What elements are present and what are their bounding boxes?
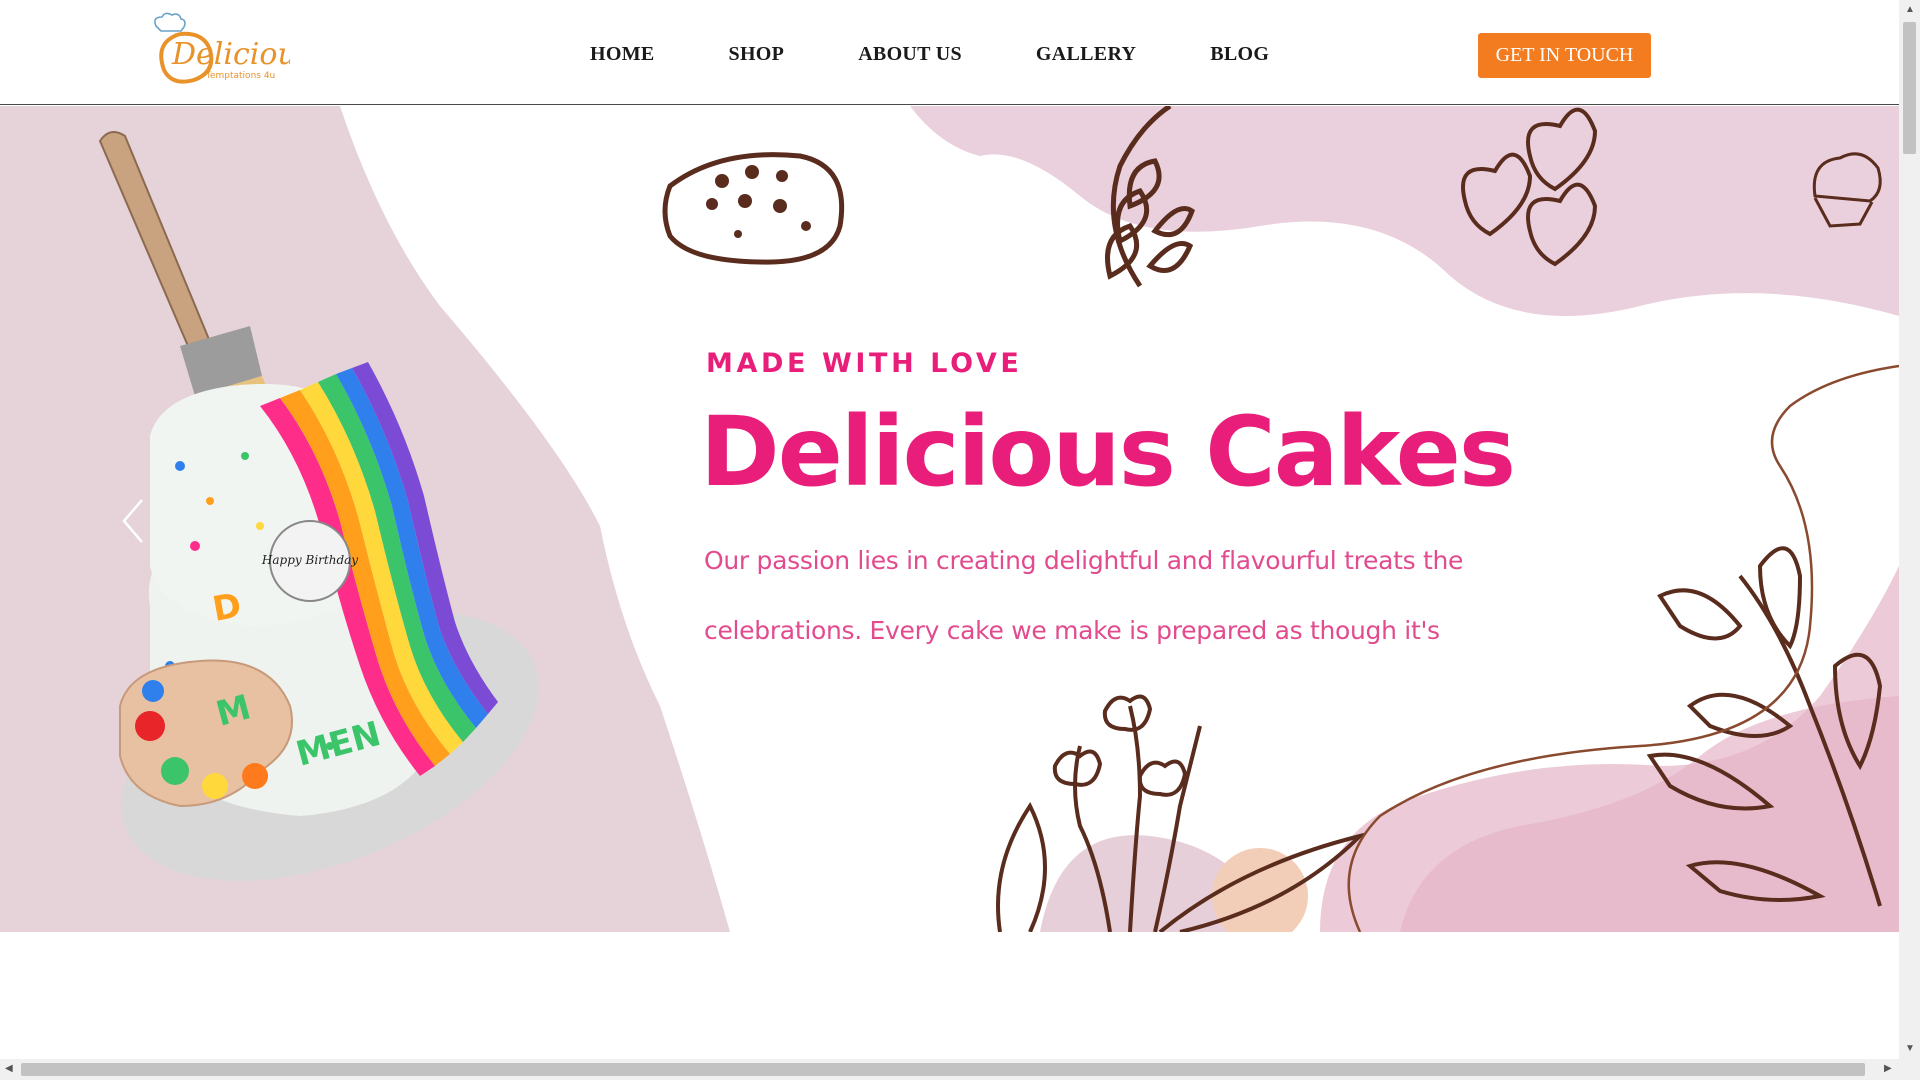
scrollbar-corner — [1899, 1059, 1920, 1080]
logo-wordmark: Delicious — [171, 37, 290, 72]
site-header: Delicious Temptations 4u HOME SHOP ABOUT… — [0, 0, 1899, 105]
logo-tagline: Temptations 4u — [205, 71, 275, 81]
cookie-chips — [706, 165, 811, 238]
scroll-down-icon[interactable]: ▼ — [1905, 1044, 1915, 1054]
scroll-right-icon[interactable]: ▶ — [1884, 1064, 1892, 1074]
get-in-touch-button[interactable]: GET IN TOUCH — [1478, 33, 1651, 78]
vertical-scroll-thumb[interactable] — [1903, 22, 1916, 154]
carousel-prev-button[interactable] — [118, 496, 148, 546]
chevron-left-icon — [122, 499, 143, 543]
hero-description: Our passion lies in creating delightful … — [704, 546, 1464, 645]
browser-viewport: Delicious Temptations 4u HOME SHOP ABOUT… — [0, 0, 1899, 1059]
main-nav: HOME SHOP ABOUT US GALLERY BLOG — [590, 38, 1343, 70]
nav-gallery[interactable]: GALLERY — [1036, 38, 1136, 70]
scroll-left-icon[interactable]: ◀ — [5, 1064, 13, 1074]
nav-blog[interactable]: BLOG — [1210, 38, 1269, 70]
brand-logo[interactable]: Delicious Temptations 4u — [150, 12, 290, 92]
top-right-blob — [910, 106, 1899, 316]
hero-illustration: Happy Birthday M MEN D — [0, 106, 1899, 932]
nav-shop[interactable]: SHOP — [729, 38, 785, 70]
cake-topper-text: Happy Birthday — [261, 553, 358, 567]
vertical-scrollbar[interactable]: ▲ ▼ — [1899, 0, 1920, 1059]
horizontal-scrollbar[interactable]: ◀ ▶ — [0, 1059, 1899, 1080]
nav-about-us[interactable]: ABOUT US — [858, 38, 962, 70]
chef-hat-icon — [154, 12, 186, 32]
nav-home[interactable]: HOME — [590, 38, 655, 70]
horizontal-scroll-thumb[interactable] — [21, 1063, 1865, 1076]
scroll-up-icon[interactable]: ▲ — [1905, 5, 1915, 15]
hero-eyebrow: MADE WITH LOVE — [706, 348, 1023, 379]
hero-title: Delicious Cakes — [700, 396, 1516, 508]
hero-slider: Happy Birthday M MEN D MADE WITH LOVE De… — [0, 106, 1899, 932]
